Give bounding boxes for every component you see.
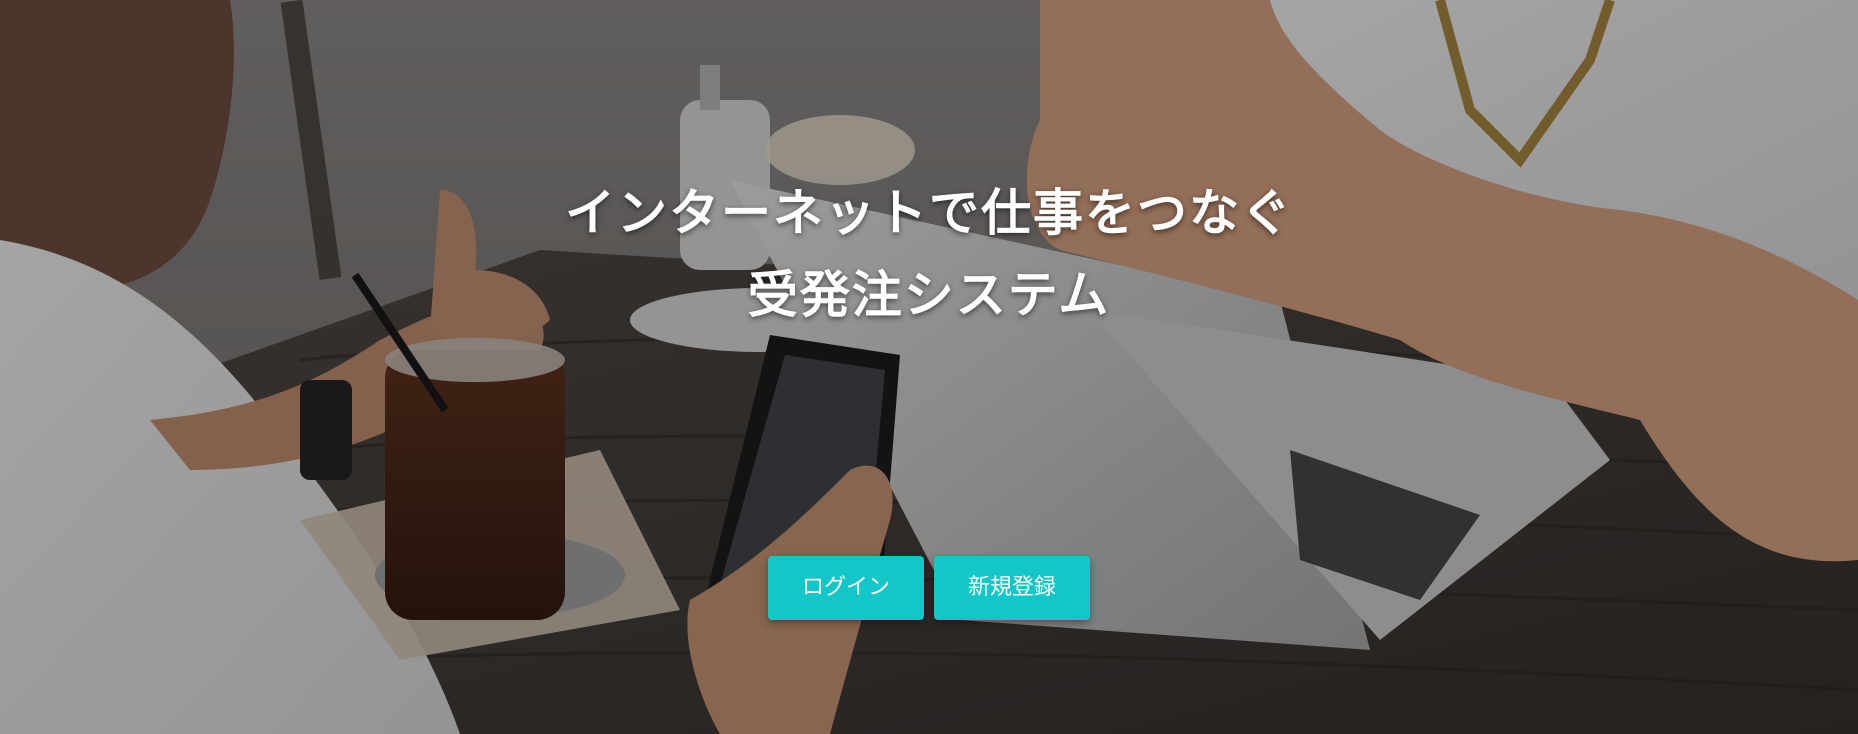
login-button[interactable]: ログイン bbox=[768, 556, 924, 620]
register-button[interactable]: 新規登録 bbox=[934, 556, 1090, 620]
hero-title-line1: インターネットで仕事をつなぐ bbox=[565, 183, 1293, 242]
hero-title: インターネットで仕事をつなぐ 受発注システム bbox=[0, 172, 1858, 336]
hero-section: インターネットで仕事をつなぐ 受発注システム ログイン 新規登録 bbox=[0, 0, 1858, 734]
hero-dim-overlay bbox=[0, 0, 1858, 734]
hero-title-line2: 受発注システム bbox=[747, 265, 1111, 324]
hero-actions: ログイン 新規登録 bbox=[0, 556, 1858, 620]
